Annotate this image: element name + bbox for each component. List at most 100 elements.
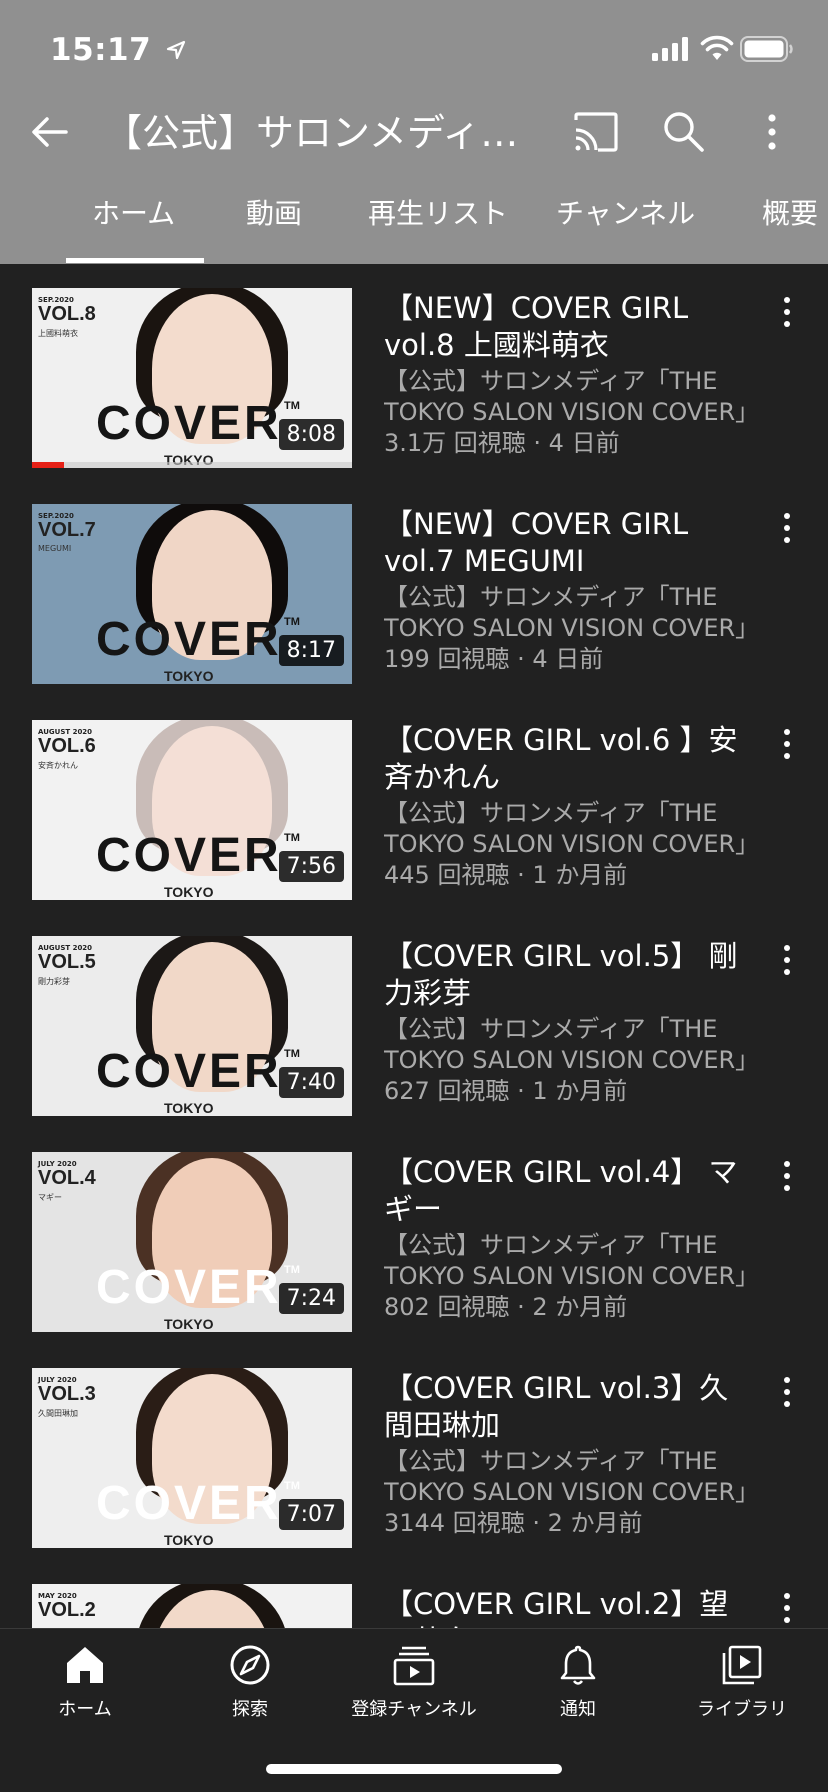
thumbnail-cover-logo: COVER: [96, 1045, 282, 1098]
video-title[interactable]: 【COVER GIRL vol.2】望月茉白: [384, 1586, 754, 1628]
video-title[interactable]: 【NEW】COVER GIRL vol.7 MEGUMI: [384, 506, 754, 580]
video-title[interactable]: 【COVER GIRL vol.6 】安斉かれん: [384, 722, 754, 796]
video-thumbnail[interactable]: JULY 2020 VOL.4 マギー COVER TM TOKYO 7:24: [32, 1152, 352, 1332]
thumbnail-tokyo: TOKYO: [164, 1532, 214, 1548]
video-thumbnail[interactable]: AUGUST 2020 VOL.5 剛力彩芽 COVER TM TOKYO 7:…: [32, 936, 352, 1116]
thumbnail-tm: TM: [284, 1048, 300, 1060]
video-duration: 7:24: [278, 1283, 344, 1314]
video-meta: 3.1万 回視聴 · 4 日前: [384, 429, 620, 457]
thumbnail-cover-logo: COVER: [96, 397, 282, 450]
video-more-icon[interactable]: [774, 942, 800, 978]
video-title[interactable]: 【NEW】COVER GIRL vol.8 上國料萌衣: [384, 290, 754, 364]
tab-channels[interactable]: チャンネル: [556, 194, 695, 264]
nav-explore-label: 探索: [232, 1699, 268, 1720]
search-icon[interactable]: [660, 108, 706, 154]
video-list: SEP.2020 VOL.8 上國料萌衣 COVER TM TOKYO 8:08…: [0, 264, 828, 1628]
video-channel: 【公式】サロンメディア「THE TOKYO SALON VISION COVER…: [384, 367, 754, 426]
video-meta: 445 回視聴 · 1 か月前: [384, 861, 628, 889]
video-item[interactable]: AUGUST 2020 VOL.5 剛力彩芽 COVER TM TOKYO 7:…: [0, 912, 828, 1128]
thumbnail-tm: TM: [284, 400, 300, 412]
thumbnail-tokyo: TOKYO: [164, 668, 214, 684]
back-arrow-icon[interactable]: [26, 108, 74, 156]
video-channel: 【公式】サロンメディア「THE TOKYO SALON VISION COVER…: [384, 583, 754, 642]
video-channel: 【公式】サロンメディア「THE TOKYO SALON VISION COVER…: [384, 1447, 754, 1506]
nav-subscriptions-label: 登録チャンネル: [351, 1699, 477, 1720]
thumbnail-name: 久間田琳加: [38, 1409, 78, 1418]
video-thumbnail[interactable]: AUGUST 2020 VOL.6 安斉かれん COVER TM TOKYO 7…: [32, 720, 352, 900]
video-item[interactable]: AUGUST 2020 VOL.6 安斉かれん COVER TM TOKYO 7…: [0, 696, 828, 912]
nav-home-label: ホーム: [58, 1699, 112, 1720]
video-duration: 7:56: [278, 851, 344, 882]
bell-icon: [560, 1645, 596, 1685]
video-more-icon[interactable]: [774, 1374, 800, 1410]
tab-playlists[interactable]: 再生リスト: [368, 194, 508, 264]
nav-explore[interactable]: 探索: [167, 1643, 333, 1743]
video-more-icon[interactable]: [774, 510, 800, 546]
video-item[interactable]: JULY 2020 VOL.3 久間田琳加 COVER TM TOKYO 7:0…: [0, 1344, 828, 1560]
watch-progress-bar: [32, 462, 352, 468]
thumbnail-tm: TM: [284, 616, 300, 628]
video-meta: 199 回視聴 · 4 日前: [384, 645, 604, 673]
thumbnail-vol: VOL.4: [38, 1167, 96, 1189]
thumbnail-name: 上國料萌衣: [38, 329, 78, 338]
video-thumbnail[interactable]: MAY 2020 VOL.2: [32, 1584, 352, 1628]
video-meta: 627 回視聴 · 1 か月前: [384, 1077, 628, 1105]
thumbnail-tm: TM: [284, 1264, 300, 1276]
video-duration: 7:07: [278, 1499, 344, 1530]
cast-icon[interactable]: [572, 110, 620, 154]
watch-progress-fill: [32, 462, 64, 468]
thumbnail-tokyo: TOKYO: [164, 1316, 214, 1332]
thumbnail-tm: TM: [284, 832, 300, 844]
video-item[interactable]: SEP.2020 VOL.7 MEGUMI COVER TM TOKYO 8:1…: [0, 480, 828, 696]
thumbnail-vol: VOL.8: [38, 303, 96, 325]
thumbnail-vol: VOL.5: [38, 951, 96, 973]
channel-tabs: ホーム 動画 再生リスト チャンネル 概要: [0, 194, 828, 264]
video-duration: 7:40: [278, 1067, 344, 1098]
video-item[interactable]: MAY 2020 VOL.2 【COVER GIRL vol.2】望月茉白: [0, 1560, 828, 1628]
nav-subscriptions[interactable]: 登録チャンネル: [331, 1643, 497, 1743]
video-item[interactable]: JULY 2020 VOL.4 マギー COVER TM TOKYO 7:24 …: [0, 1128, 828, 1344]
video-title[interactable]: 【COVER GIRL vol.3】久間田琳加: [384, 1370, 754, 1444]
app-header: 【公式】サロンメディア「THE TOKYO SALON VISION COVER…: [0, 94, 828, 264]
status-time: 15:17: [50, 32, 152, 68]
video-item[interactable]: SEP.2020 VOL.8 上國料萌衣 COVER TM TOKYO 8:08…: [0, 264, 828, 480]
channel-title: 【公式】サロンメディア「THE TOKYO SALON VISION COVER…: [104, 111, 554, 155]
video-meta: 802 回視聴 · 2 か月前: [384, 1293, 628, 1321]
tab-home[interactable]: ホーム: [92, 194, 175, 264]
location-arrow-icon: [166, 40, 186, 60]
video-meta: 3144 回視聴 · 2 か月前: [384, 1509, 643, 1537]
subscriptions-icon: [393, 1646, 435, 1686]
nav-notifications-label: 通知: [560, 1699, 596, 1720]
video-more-icon[interactable]: [774, 1158, 800, 1194]
thumbnail-vol: VOL.2: [38, 1599, 96, 1621]
thumbnail-vol: VOL.7: [38, 519, 96, 541]
nav-home[interactable]: ホーム: [2, 1643, 168, 1743]
video-title[interactable]: 【COVER GIRL vol.4】 マギー: [384, 1154, 754, 1228]
thumbnail-vol: VOL.3: [38, 1383, 96, 1405]
thumbnail-tm: TM: [284, 1480, 300, 1492]
more-vert-icon[interactable]: [756, 108, 788, 156]
thumbnail-tokyo: TOKYO: [164, 884, 214, 900]
video-thumbnail[interactable]: SEP.2020 VOL.8 上國料萌衣 COVER TM TOKYO 8:08: [32, 288, 352, 468]
video-channel: 【公式】サロンメディア「THE TOKYO SALON VISION COVER…: [384, 1015, 754, 1074]
tab-about[interactable]: 概要: [762, 194, 818, 264]
video-title[interactable]: 【COVER GIRL vol.5】 剛力彩芽: [384, 938, 754, 1012]
thumbnail-name: MEGUMI: [38, 544, 72, 553]
video-more-icon[interactable]: [774, 294, 800, 330]
thumbnail-cover-logo: COVER: [96, 829, 282, 882]
thumbnail-name: 安斉かれん: [38, 761, 78, 770]
video-thumbnail[interactable]: SEP.2020 VOL.7 MEGUMI COVER TM TOKYO 8:1…: [32, 504, 352, 684]
video-more-icon[interactable]: [774, 726, 800, 762]
home-indicator: [266, 1764, 562, 1774]
nav-notifications[interactable]: 通知: [495, 1643, 661, 1743]
nav-library-label: ライブラリ: [697, 1699, 787, 1720]
home-icon: [67, 1647, 103, 1683]
nav-library[interactable]: ライブラリ: [659, 1643, 825, 1743]
video-duration: 8:08: [278, 419, 344, 450]
library-icon: [722, 1645, 762, 1685]
video-more-icon[interactable]: [774, 1590, 800, 1626]
video-thumbnail[interactable]: JULY 2020 VOL.3 久間田琳加 COVER TM TOKYO 7:0…: [32, 1368, 352, 1548]
video-duration: 8:17: [278, 635, 344, 666]
tab-videos[interactable]: 動画: [246, 194, 302, 264]
thumbnail-name: マギー: [38, 1193, 62, 1202]
